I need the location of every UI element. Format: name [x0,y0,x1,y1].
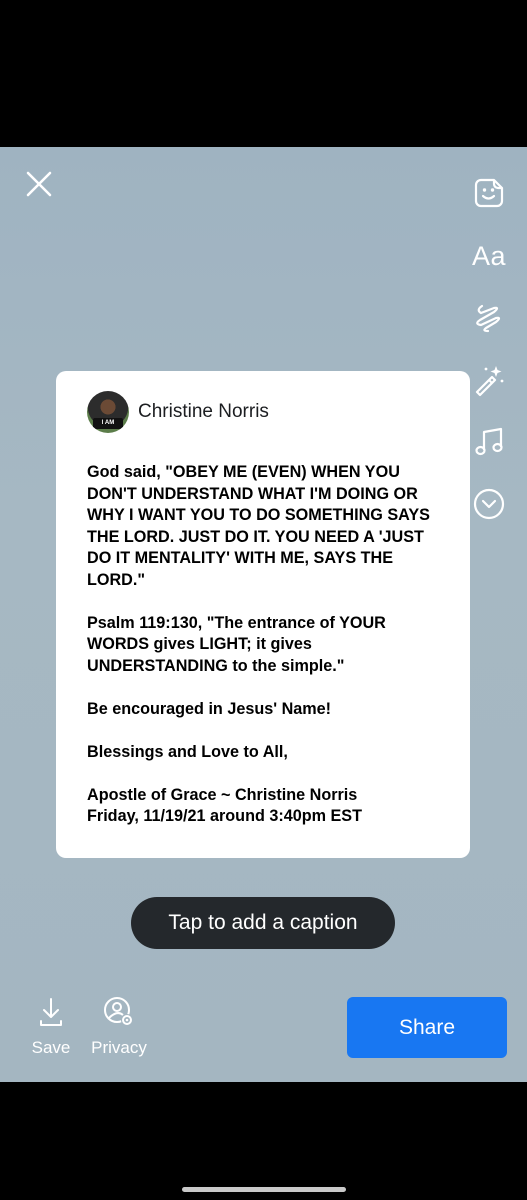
status-bar-area [0,0,527,147]
draw-button[interactable] [469,298,509,338]
music-button[interactable] [469,422,509,462]
navigation-bar [0,1082,527,1200]
add-caption-button[interactable]: Tap to add a caption [131,897,395,949]
post-paragraph: God said, "OBEY ME (EVEN) WHEN YOU DON'T… [87,463,430,589]
shared-post-card[interactable]: I AM Christine Norris God said, "OBEY ME… [56,371,470,858]
post-paragraph: Psalm 119:130, "The entrance of YOUR WOR… [87,613,386,675]
privacy-settings-icon [104,997,133,1026]
post-paragraph: Apostle of Grace ~ Christine Norris Frid… [87,785,362,826]
more-icon [473,488,505,520]
sticker-icon [474,178,504,208]
text-icon: Aa [471,240,507,271]
more-tools-button[interactable] [469,484,509,524]
post-text: God said, "OBEY ME (EVEN) WHEN YOU DON'T… [87,462,447,849]
effects-button[interactable] [469,360,509,400]
effects-icon [475,366,504,397]
post-paragraph: Be encouraged in Jesus' Name! [87,699,332,718]
avatar: I AM [87,391,129,433]
privacy-label: Privacy [91,1038,147,1057]
close-icon [26,171,52,197]
download-icon [40,998,62,1026]
draw-icon [476,304,501,333]
music-icon [475,427,503,456]
save-label: Save [31,1038,71,1057]
save-button[interactable]: Save [30,996,72,1058]
privacy-button[interactable]: Privacy [88,996,150,1058]
text-tool-button[interactable]: Aa [469,236,509,276]
post-paragraph: Blessings and Love to All, [87,742,288,761]
share-button[interactable]: Share [347,997,507,1058]
post-author-name: Christine Norris [138,401,269,422]
sticker-button[interactable] [469,173,509,213]
avatar-badge: I AM [93,418,123,429]
home-gesture-handle[interactable] [181,1187,346,1192]
close-button[interactable] [22,167,56,201]
